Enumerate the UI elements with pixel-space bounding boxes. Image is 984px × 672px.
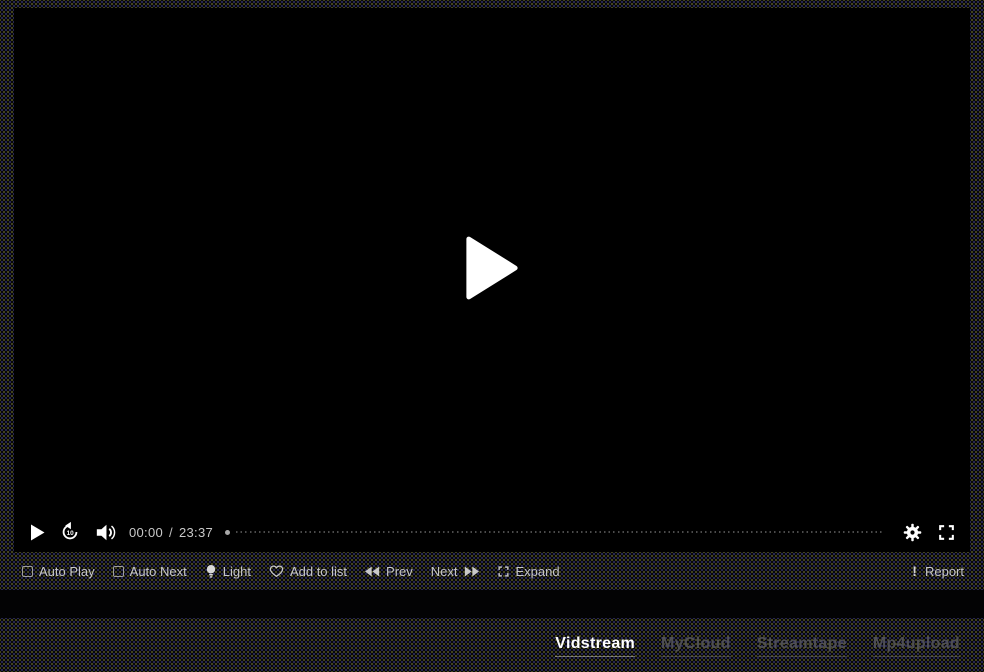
next-label: Next bbox=[431, 564, 458, 579]
add-to-list-button[interactable]: Add to list bbox=[269, 564, 347, 579]
prev-label: Prev bbox=[386, 564, 413, 579]
fullscreen-button[interactable] bbox=[937, 512, 956, 552]
player-toolbar: Auto Play Auto Next Light Add to list bbox=[0, 552, 984, 590]
seek-handle[interactable] bbox=[225, 530, 230, 535]
duration: 23:37 bbox=[179, 525, 213, 540]
server-list: Vidstream MyCloud Streamtape Mp4upload bbox=[0, 618, 984, 664]
auto-next-label: Auto Next bbox=[130, 564, 187, 579]
server-tab-vidstream[interactable]: Vidstream bbox=[555, 635, 635, 657]
toolbar-left-group: Auto Play Auto Next Light Add to list bbox=[22, 564, 560, 579]
seek-track[interactable] bbox=[236, 531, 884, 533]
rewind-10-label: 10 bbox=[67, 530, 75, 537]
lightbulb-icon bbox=[205, 564, 217, 579]
time-separator: / bbox=[169, 525, 173, 540]
content-divider bbox=[0, 590, 984, 618]
player-control-bar: 10 00:00 / 23:37 bbox=[14, 512, 970, 552]
exclamation-icon: ! bbox=[912, 563, 917, 579]
expand-icon bbox=[497, 565, 510, 578]
light-toggle[interactable]: Light bbox=[205, 564, 251, 579]
rewind-10-icon: 10 bbox=[59, 521, 81, 543]
heart-icon bbox=[269, 564, 284, 578]
server-tab-streamtape[interactable]: Streamtape bbox=[757, 635, 847, 657]
report-button[interactable]: ! Report bbox=[912, 563, 964, 579]
auto-play-label: Auto Play bbox=[39, 564, 95, 579]
toolbar-right-group: ! Report bbox=[912, 563, 964, 579]
report-label: Report bbox=[925, 564, 964, 579]
play-button[interactable] bbox=[30, 512, 45, 552]
play-icon bbox=[30, 524, 45, 541]
add-to-list-label: Add to list bbox=[290, 564, 347, 579]
volume-icon bbox=[95, 523, 117, 542]
video-player: 10 00:00 / 23:37 bbox=[14, 8, 970, 552]
big-play-icon[interactable] bbox=[463, 233, 521, 303]
prev-episode-button[interactable]: Prev bbox=[365, 564, 413, 579]
auto-next-toggle[interactable]: Auto Next bbox=[113, 564, 187, 579]
double-left-triangle-icon bbox=[365, 566, 380, 577]
gear-icon bbox=[902, 522, 923, 543]
fullscreen-icon bbox=[937, 523, 956, 542]
volume-button[interactable] bbox=[95, 512, 117, 552]
checkbox-icon bbox=[22, 566, 33, 577]
server-tab-mycloud[interactable]: MyCloud bbox=[661, 635, 731, 657]
light-label: Light bbox=[223, 564, 251, 579]
time-display: 00:00 / 23:37 bbox=[129, 525, 213, 540]
current-time: 00:00 bbox=[129, 525, 163, 540]
double-right-triangle-icon bbox=[464, 566, 479, 577]
checkbox-icon bbox=[113, 566, 124, 577]
expand-label: Expand bbox=[516, 564, 560, 579]
video-stage[interactable] bbox=[14, 8, 970, 512]
next-episode-button[interactable]: Next bbox=[431, 564, 479, 579]
rewind-10-button[interactable]: 10 bbox=[59, 512, 81, 552]
auto-play-toggle[interactable]: Auto Play bbox=[22, 564, 95, 579]
expand-button[interactable]: Expand bbox=[497, 564, 560, 579]
seek-bar[interactable] bbox=[225, 522, 884, 542]
server-tab-mp4upload[interactable]: Mp4upload bbox=[873, 635, 960, 657]
settings-button[interactable] bbox=[902, 512, 923, 552]
